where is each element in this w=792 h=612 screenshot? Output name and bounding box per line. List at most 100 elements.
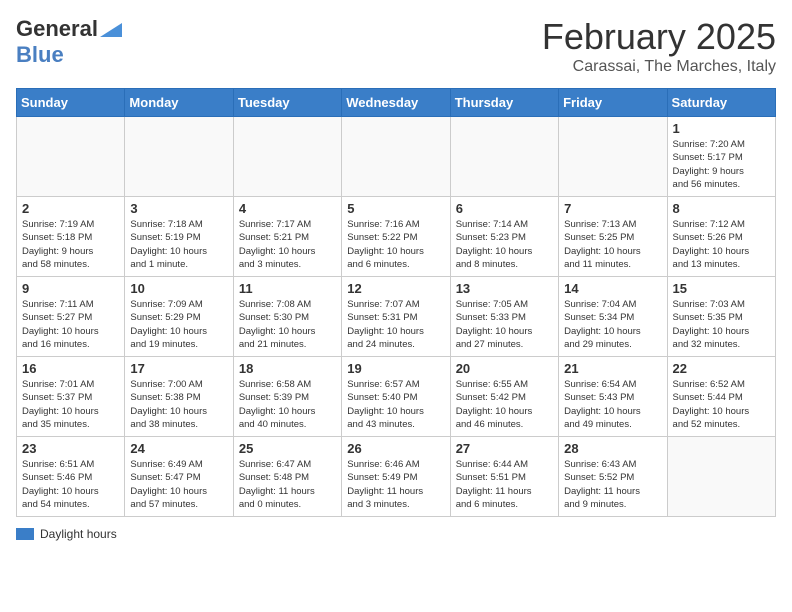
weekday-header-row: SundayMondayTuesdayWednesdayThursdayFrid… <box>17 89 776 117</box>
legend: Daylight hours <box>16 527 776 541</box>
calendar-cell <box>233 117 341 197</box>
day-info: Sunrise: 7:14 AM Sunset: 5:23 PM Dayligh… <box>456 218 553 271</box>
day-info: Sunrise: 7:18 AM Sunset: 5:19 PM Dayligh… <box>130 218 227 271</box>
calendar-cell <box>125 117 233 197</box>
calendar-cell: 4 Sunrise: 7:17 AM Sunset: 5:21 PM Daylig… <box>233 197 341 277</box>
day-info: Sunrise: 6:51 AM Sunset: 5:46 PM Dayligh… <box>22 458 119 511</box>
day-number: 11 <box>239 281 336 296</box>
calendar-cell: 21 Sunrise: 6:54 AM Sunset: 5:43 PM Dayli… <box>559 357 667 437</box>
calendar-table: SundayMondayTuesdayWednesdayThursdayFrid… <box>16 88 776 517</box>
day-number: 20 <box>456 361 553 376</box>
logo-blue-text: Blue <box>16 42 64 67</box>
weekday-header: Sunday <box>17 89 125 117</box>
calendar-cell: 10 Sunrise: 7:09 AM Sunset: 5:29 PM Dayli… <box>125 277 233 357</box>
day-number: 4 <box>239 201 336 216</box>
calendar-cell: 13Sunrise: 7:05 AM Sunset: 5:33 PM Dayli… <box>450 277 558 357</box>
day-number: 25 <box>239 441 336 456</box>
calendar-cell: 11 Sunrise: 7:08 AM Sunset: 5:30 PM Dayli… <box>233 277 341 357</box>
day-info: Sunrise: 7:12 AM Sunset: 5:26 PM Dayligh… <box>673 218 770 271</box>
day-number: 7 <box>564 201 661 216</box>
logo-icon <box>100 23 122 37</box>
calendar-cell: 7Sunrise: 7:13 AM Sunset: 5:25 PM Daylig… <box>559 197 667 277</box>
day-info: Sunrise: 7:04 AM Sunset: 5:34 PM Dayligh… <box>564 298 661 351</box>
month-title: February 2025 <box>542 16 776 58</box>
day-number: 26 <box>347 441 444 456</box>
day-number: 16 <box>22 361 119 376</box>
day-info: Sunrise: 6:52 AM Sunset: 5:44 PM Dayligh… <box>673 378 770 431</box>
weekday-header: Tuesday <box>233 89 341 117</box>
calendar-cell <box>450 117 558 197</box>
calendar-cell: 12 Sunrise: 7:07 AM Sunset: 5:31 PM Dayli… <box>342 277 450 357</box>
day-number: 12 <box>347 281 444 296</box>
day-info: Sunrise: 7:00 AM Sunset: 5:38 PM Dayligh… <box>130 378 227 431</box>
calendar-cell: 17 Sunrise: 7:00 AM Sunset: 5:38 PM Dayli… <box>125 357 233 437</box>
day-info: Sunrise: 6:54 AM Sunset: 5:43 PM Dayligh… <box>564 378 661 431</box>
day-info: Sunrise: 6:46 AM Sunset: 5:49 PM Dayligh… <box>347 458 444 511</box>
weekday-header: Friday <box>559 89 667 117</box>
day-number: 9 <box>22 281 119 296</box>
day-info: Sunrise: 7:07 AM Sunset: 5:31 PM Dayligh… <box>347 298 444 351</box>
calendar-cell: 16 Sunrise: 7:01 AM Sunset: 5:37 PM Dayli… <box>17 357 125 437</box>
calendar-cell <box>342 117 450 197</box>
calendar-cell <box>17 117 125 197</box>
logo: General Blue <box>16 16 122 68</box>
day-number: 27 <box>456 441 553 456</box>
day-info: Sunrise: 6:57 AM Sunset: 5:40 PM Dayligh… <box>347 378 444 431</box>
legend-label: Daylight hours <box>40 527 117 541</box>
calendar-cell: 26 Sunrise: 6:46 AM Sunset: 5:49 PM Dayli… <box>342 437 450 517</box>
day-number: 6 <box>456 201 553 216</box>
calendar-cell: 24 Sunrise: 6:49 AM Sunset: 5:47 PM Dayli… <box>125 437 233 517</box>
calendar-cell: 20 Sunrise: 6:55 AM Sunset: 5:42 PM Dayli… <box>450 357 558 437</box>
day-info: Sunrise: 7:05 AM Sunset: 5:33 PM Dayligh… <box>456 298 553 351</box>
day-info: Sunrise: 6:55 AM Sunset: 5:42 PM Dayligh… <box>456 378 553 431</box>
day-info: Sunrise: 6:44 AM Sunset: 5:51 PM Dayligh… <box>456 458 553 511</box>
calendar-cell: 27 Sunrise: 6:44 AM Sunset: 5:51 PM Dayli… <box>450 437 558 517</box>
day-info: Sunrise: 7:08 AM Sunset: 5:30 PM Dayligh… <box>239 298 336 351</box>
day-info: Sunrise: 7:16 AM Sunset: 5:22 PM Dayligh… <box>347 218 444 271</box>
day-info: Sunrise: 7:11 AM Sunset: 5:27 PM Dayligh… <box>22 298 119 351</box>
page-header: General Blue February 2025 Carassai, The… <box>16 16 776 76</box>
weekday-header: Saturday <box>667 89 775 117</box>
calendar-cell: 9 Sunrise: 7:11 AM Sunset: 5:27 PM Daylig… <box>17 277 125 357</box>
day-number: 23 <box>22 441 119 456</box>
weekday-header: Thursday <box>450 89 558 117</box>
day-number: 3 <box>130 201 227 216</box>
day-number: 8 <box>673 201 770 216</box>
day-number: 17 <box>130 361 227 376</box>
day-info: Sunrise: 7:17 AM Sunset: 5:21 PM Dayligh… <box>239 218 336 271</box>
day-info: Sunrise: 6:47 AM Sunset: 5:48 PM Dayligh… <box>239 458 336 511</box>
title-block: February 2025 Carassai, The Marches, Ita… <box>542 16 776 76</box>
calendar-cell: 2Sunrise: 7:19 AM Sunset: 5:18 PM Daylig… <box>17 197 125 277</box>
calendar-week-row: 9 Sunrise: 7:11 AM Sunset: 5:27 PM Daylig… <box>17 277 776 357</box>
day-number: 14 <box>564 281 661 296</box>
day-number: 1 <box>673 121 770 136</box>
day-info: Sunrise: 7:19 AM Sunset: 5:18 PM Dayligh… <box>22 218 119 271</box>
location-title: Carassai, The Marches, Italy <box>542 58 776 76</box>
calendar-cell: 5 Sunrise: 7:16 AM Sunset: 5:22 PM Daylig… <box>342 197 450 277</box>
day-info: Sunrise: 6:58 AM Sunset: 5:39 PM Dayligh… <box>239 378 336 431</box>
weekday-header: Monday <box>125 89 233 117</box>
calendar-cell: 14 Sunrise: 7:04 AM Sunset: 5:34 PM Dayli… <box>559 277 667 357</box>
day-info: Sunrise: 7:09 AM Sunset: 5:29 PM Dayligh… <box>130 298 227 351</box>
day-number: 28 <box>564 441 661 456</box>
day-number: 24 <box>130 441 227 456</box>
day-number: 21 <box>564 361 661 376</box>
legend-color-box <box>16 528 34 540</box>
calendar-week-row: 16 Sunrise: 7:01 AM Sunset: 5:37 PM Dayli… <box>17 357 776 437</box>
day-info: Sunrise: 7:03 AM Sunset: 5:35 PM Dayligh… <box>673 298 770 351</box>
calendar-cell: 19Sunrise: 6:57 AM Sunset: 5:40 PM Dayli… <box>342 357 450 437</box>
day-number: 22 <box>673 361 770 376</box>
calendar-cell <box>667 437 775 517</box>
calendar-cell: 23 Sunrise: 6:51 AM Sunset: 5:46 PM Dayli… <box>17 437 125 517</box>
calendar-cell: 3 Sunrise: 7:18 AM Sunset: 5:19 PM Daylig… <box>125 197 233 277</box>
weekday-header: Wednesday <box>342 89 450 117</box>
day-number: 5 <box>347 201 444 216</box>
calendar-week-row: 1 Sunrise: 7:20 AM Sunset: 5:17 PM Daylig… <box>17 117 776 197</box>
day-info: Sunrise: 6:49 AM Sunset: 5:47 PM Dayligh… <box>130 458 227 511</box>
day-info: Sunrise: 7:20 AM Sunset: 5:17 PM Dayligh… <box>673 138 770 191</box>
day-info: Sunrise: 7:01 AM Sunset: 5:37 PM Dayligh… <box>22 378 119 431</box>
calendar-cell <box>559 117 667 197</box>
calendar-week-row: 23 Sunrise: 6:51 AM Sunset: 5:46 PM Dayli… <box>17 437 776 517</box>
day-number: 10 <box>130 281 227 296</box>
day-number: 18 <box>239 361 336 376</box>
